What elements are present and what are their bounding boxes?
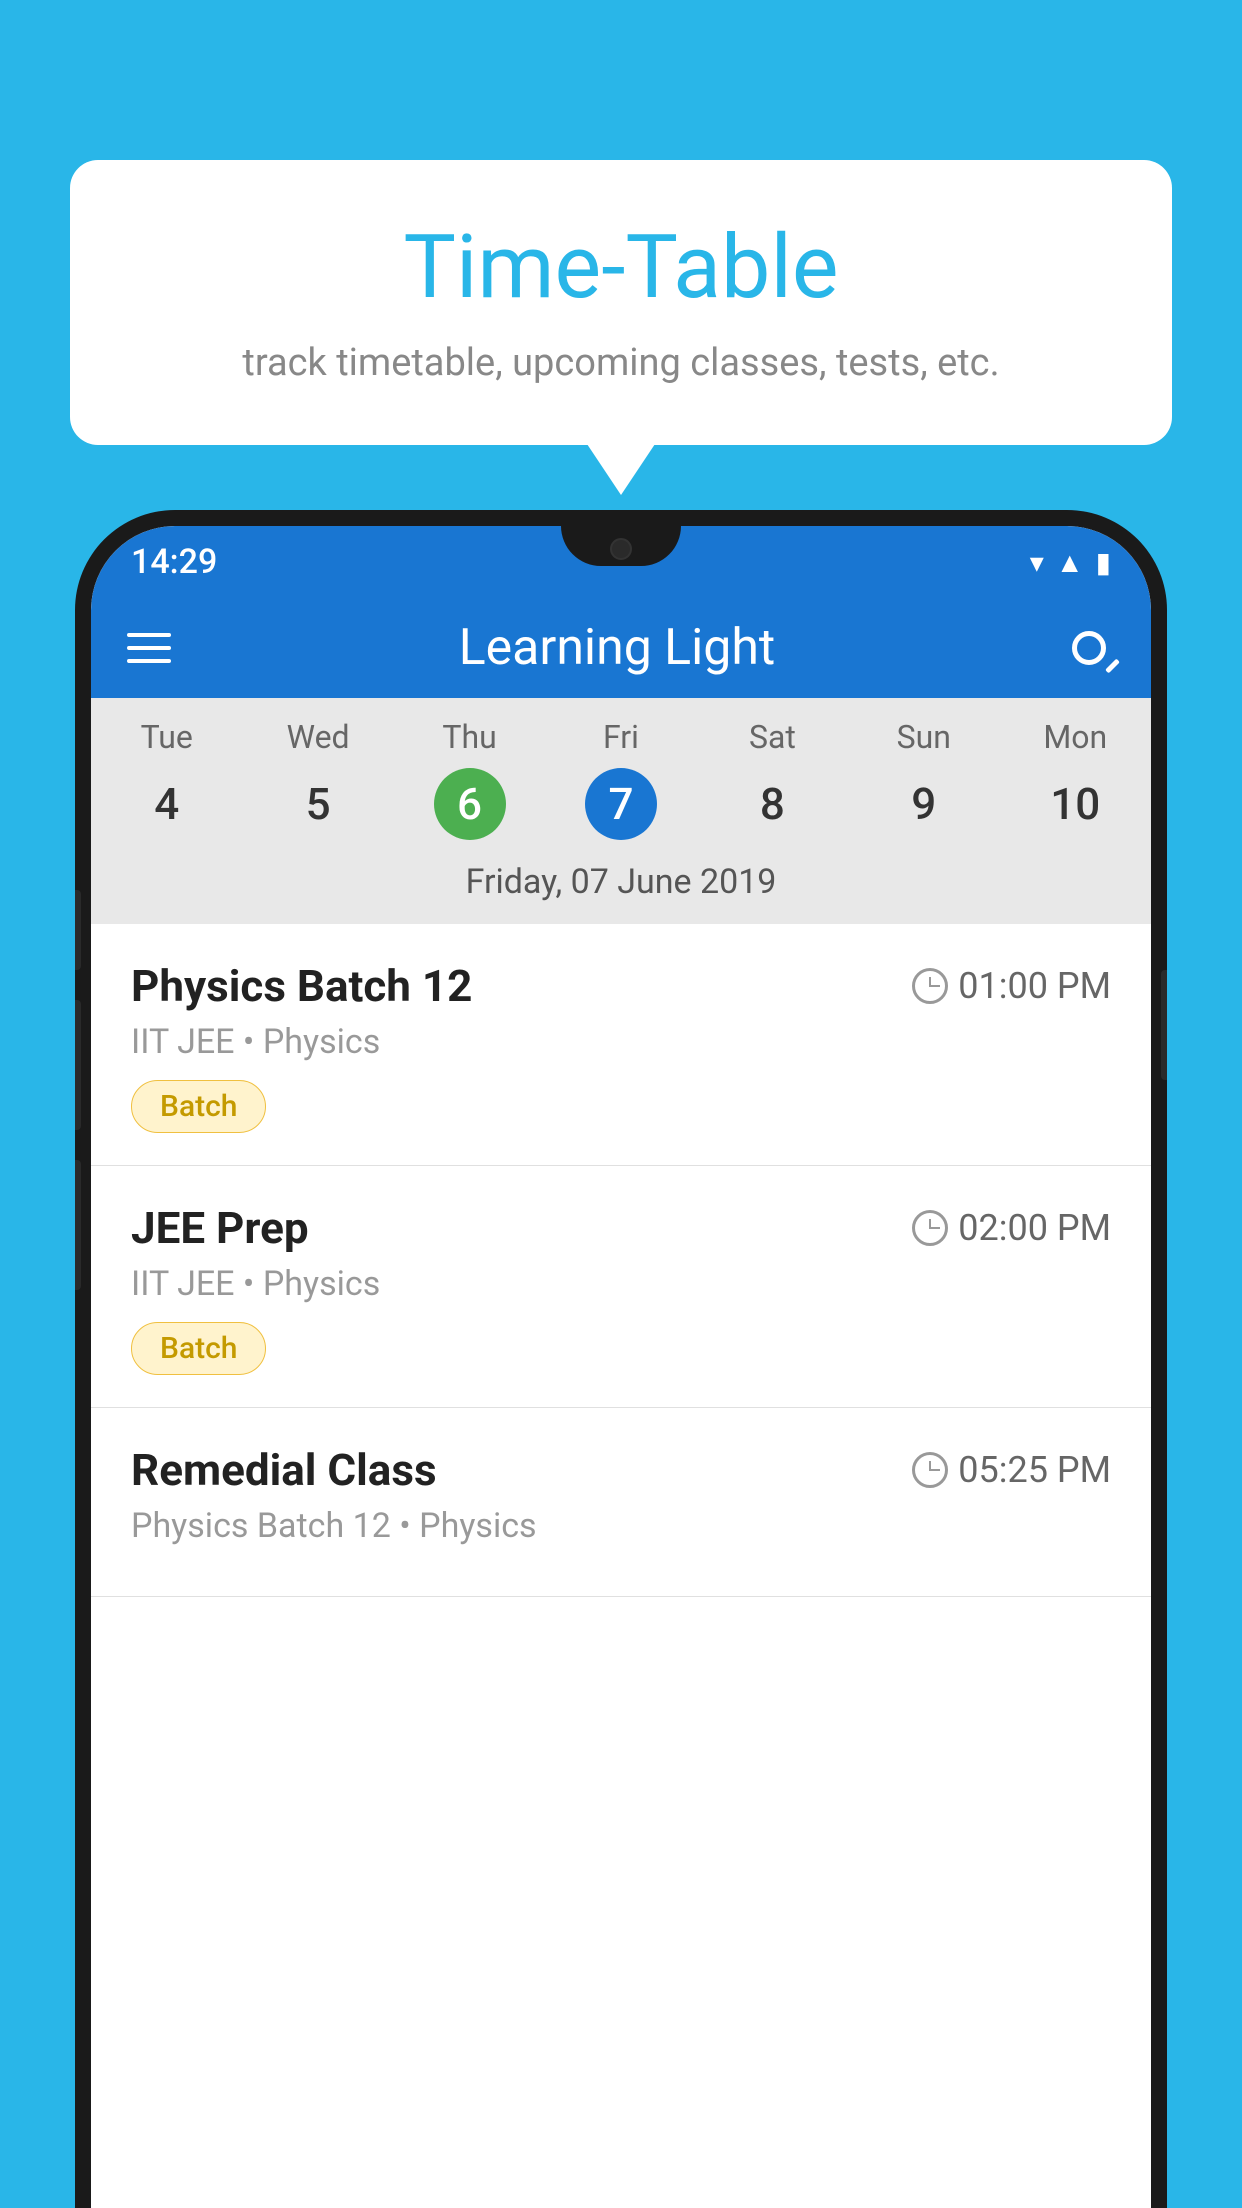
hamburger-line-2 — [127, 646, 171, 650]
day-number-9[interactable]: 9 — [888, 768, 960, 840]
day-label-sat: Sat — [749, 718, 796, 756]
front-camera — [610, 538, 632, 560]
calendar-day-sat[interactable]: Sat 8 — [697, 718, 848, 840]
schedule-item-1[interactable]: JEE Prep 02:00 PM IIT JEE • Physics Batch — [91, 1166, 1151, 1408]
schedule-header-1: JEE Prep 02:00 PM — [131, 1202, 1111, 1254]
schedule-sub-1: IIT JEE • Physics — [131, 1264, 1111, 1304]
calendar-day-thu[interactable]: Thu 6 — [394, 718, 545, 840]
speech-bubble-title: Time-Table — [150, 220, 1092, 317]
calendar-day-wed[interactable]: Wed 5 — [242, 718, 393, 840]
schedule-time-0: 01:00 PM — [912, 965, 1111, 1007]
wifi-icon: ▾ — [1030, 546, 1044, 579]
day-number-7[interactable]: 7 — [585, 768, 657, 840]
hamburger-line-3 — [127, 659, 171, 663]
day-number-4[interactable]: 4 — [131, 768, 203, 840]
volume-up-button — [75, 890, 81, 970]
schedule-sub-0: IIT JEE • Physics — [131, 1022, 1111, 1062]
calendar-day-mon[interactable]: Mon 10 — [1000, 718, 1151, 840]
clock-icon — [912, 1210, 948, 1246]
clock-icon — [912, 968, 948, 1004]
speech-bubble-container: Time-Table track timetable, upcoming cla… — [70, 160, 1172, 445]
speech-bubble-subtitle: track timetable, upcoming classes, tests… — [150, 341, 1092, 385]
batch-badge: Batch — [131, 1080, 266, 1133]
calendar-day-fri[interactable]: Fri 7 — [545, 718, 696, 840]
clock-icon — [912, 1452, 948, 1488]
schedule-time-1: 02:00 PM — [912, 1207, 1111, 1249]
day-label-wed: Wed — [287, 718, 350, 756]
selected-date-label: Friday, 07 June 2019 — [91, 848, 1151, 924]
status-time: 14:29 — [131, 542, 217, 582]
day-number-10[interactable]: 10 — [1039, 768, 1111, 840]
time-text-0: 01:00 PM — [958, 965, 1111, 1007]
schedule-title-1: JEE Prep — [131, 1202, 309, 1254]
app-title: Learning Light — [201, 619, 1033, 677]
time-text-1: 02:00 PM — [958, 1207, 1111, 1249]
schedule-title-2: Remedial Class — [131, 1444, 437, 1496]
day-label-mon: Mon — [1043, 718, 1107, 756]
day-label-sun: Sun — [897, 718, 951, 756]
power-button — [1161, 970, 1167, 1080]
volume-down-button — [75, 1000, 81, 1130]
search-button[interactable] — [1063, 622, 1115, 674]
day-number-6[interactable]: 6 — [434, 768, 506, 840]
day-label-thu: Thu — [442, 718, 496, 756]
app-bar: Learning Light — [91, 598, 1151, 698]
calendar-days-row: Tue 4 Wed 5 Thu 6 Fri 7 Sat 8 Sun 9 Mon 10 — [91, 698, 1151, 848]
batch-badge: Batch — [131, 1322, 266, 1375]
schedule-item-2[interactable]: Remedial Class 05:25 PM Physics Batch 12 •… — [91, 1408, 1151, 1597]
day-number-5[interactable]: 5 — [282, 768, 354, 840]
phone-screen: 14:29 ▾ ▲ ▮ Learning Light — [91, 526, 1151, 2208]
menu-button[interactable] — [127, 633, 171, 663]
hamburger-line-1 — [127, 633, 171, 637]
speech-bubble: Time-Table track timetable, upcoming cla… — [70, 160, 1172, 445]
schedule-title-0: Physics Batch 12 — [131, 960, 472, 1012]
battery-icon: ▮ — [1096, 546, 1111, 579]
schedule-item-0[interactable]: Physics Batch 12 01:00 PM IIT JEE • Physic… — [91, 924, 1151, 1166]
schedule-time-2: 05:25 PM — [912, 1449, 1111, 1491]
time-text-2: 05:25 PM — [958, 1449, 1111, 1491]
phone-frame: 14:29 ▾ ▲ ▮ Learning Light — [75, 510, 1167, 2208]
day-label-tue: Tue — [141, 718, 193, 756]
schedule-container: Physics Batch 12 01:00 PM IIT JEE • Physic… — [91, 924, 1151, 2208]
schedule-header-0: Physics Batch 12 01:00 PM — [131, 960, 1111, 1012]
day-number-8[interactable]: 8 — [736, 768, 808, 840]
schedule-header-2: Remedial Class 05:25 PM — [131, 1444, 1111, 1496]
search-icon — [1072, 631, 1106, 665]
status-icons: ▾ ▲ ▮ — [1030, 546, 1111, 579]
calendar-section: Tue 4 Wed 5 Thu 6 Fri 7 Sat 8 Sun 9 Mon 10 Friday, 07… — [91, 698, 1151, 924]
signal-icon: ▲ — [1056, 546, 1084, 579]
calendar-day-tue[interactable]: Tue 4 — [91, 718, 242, 840]
calendar-day-sun[interactable]: Sun 9 — [848, 718, 999, 840]
day-label-fri: Fri — [603, 718, 639, 756]
phone-content: 14:29 ▾ ▲ ▮ Learning Light — [91, 526, 1151, 2208]
schedule-sub-2: Physics Batch 12 • Physics — [131, 1506, 1111, 1546]
volume-down-button-2 — [75, 1160, 81, 1290]
